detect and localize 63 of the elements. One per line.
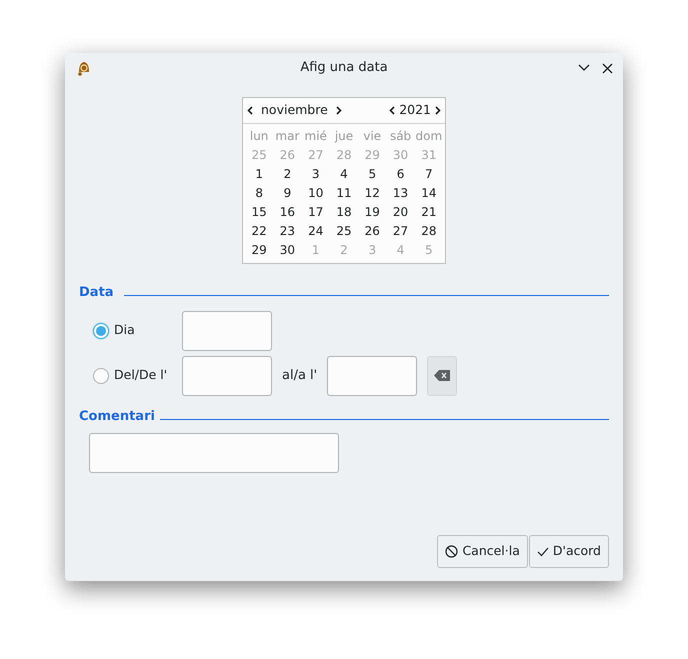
checkmark-icon: [536, 546, 549, 556]
range-label: al/a l': [282, 366, 318, 385]
calendar-day[interactable]: 30: [273, 241, 302, 260]
date-field[interactable]: [182, 310, 272, 350]
calendar-day[interactable]: 27: [386, 222, 415, 241]
date-field[interactable]: [182, 356, 272, 396]
radio-label[interactable]: Dia: [114, 321, 182, 340]
calendar-day[interactable]: 29: [245, 241, 274, 260]
calendar-day[interactable]: 23: [273, 222, 302, 241]
section-heading: Data: [79, 284, 114, 302]
calendar-day[interactable]: 25: [330, 222, 358, 241]
date-field[interactable]: [327, 356, 418, 396]
next-month-icon[interactable]: [336, 106, 342, 115]
calendar-day[interactable]: 4: [330, 165, 358, 184]
calendar-day[interactable]: 21: [414, 203, 443, 222]
close-icon[interactable]: [602, 62, 613, 74]
weekday-label: sáb: [388, 128, 412, 145]
backspace-icon: [434, 370, 450, 381]
minimize-icon[interactable]: [578, 64, 590, 72]
weekday-label: mar: [274, 128, 300, 145]
calendar-day[interactable]: 12: [358, 184, 386, 203]
previous-year-icon[interactable]: [389, 106, 396, 115]
ok-button[interactable]: D'acord: [528, 535, 609, 568]
clear-button[interactable]: [427, 356, 458, 396]
calendar-day[interactable]: 7: [414, 165, 443, 184]
weekday-label: dom: [414, 128, 443, 145]
calendar-day[interactable]: 13: [386, 184, 415, 203]
calendar-day[interactable]: 1: [245, 165, 274, 184]
calendar-day[interactable]: 16: [273, 203, 302, 222]
calendar-day[interactable]: 9: [273, 184, 302, 203]
cancel-icon: [445, 545, 458, 558]
calendar-day[interactable]: 5: [358, 165, 386, 184]
calendar-day[interactable]: 2: [273, 165, 302, 184]
calendar-day[interactable]: 6: [386, 165, 415, 184]
calendar-day[interactable]: 17: [302, 203, 330, 222]
cancel-button[interactable]: Cancel·la: [437, 535, 528, 568]
month-label[interactable]: noviembre: [261, 101, 328, 120]
section-heading: Comentari: [79, 408, 155, 426]
radio-button[interactable]: [93, 322, 109, 338]
calendar-day[interactable]: 22: [245, 222, 274, 241]
calendar-day[interactable]: 28: [414, 222, 443, 241]
calendar-day[interactable]: 19: [358, 203, 386, 222]
calendar-day[interactable]: 20: [386, 203, 415, 222]
calendar-day[interactable]: 8: [245, 184, 274, 203]
calendar-day[interactable]: 10: [302, 184, 330, 203]
weekday-label: mié: [304, 128, 328, 145]
weekday-label: jue: [334, 128, 354, 145]
calendar-day[interactable]: 3: [302, 165, 330, 184]
window-title: Afig una data: [300, 59, 388, 78]
comment-field[interactable]: [89, 433, 339, 473]
next-year-icon[interactable]: [435, 106, 441, 115]
calendar-day[interactable]: 15: [245, 203, 274, 222]
calendar-day[interactable]: 14: [414, 184, 443, 203]
calendar-day[interactable]: 24: [302, 222, 330, 241]
year-label[interactable]: 2021: [399, 101, 431, 120]
calendar-day[interactable]: 26: [358, 222, 386, 241]
radio-label[interactable]: Del/De l': [114, 366, 182, 385]
weekday-label: vie: [362, 128, 382, 145]
calendar-day[interactable]: 18: [330, 203, 358, 222]
calendar-day[interactable]: 11: [330, 184, 358, 203]
radio-button[interactable]: [93, 368, 109, 384]
weekday-label: lun: [248, 128, 270, 145]
previous-month-icon[interactable]: [247, 106, 253, 115]
